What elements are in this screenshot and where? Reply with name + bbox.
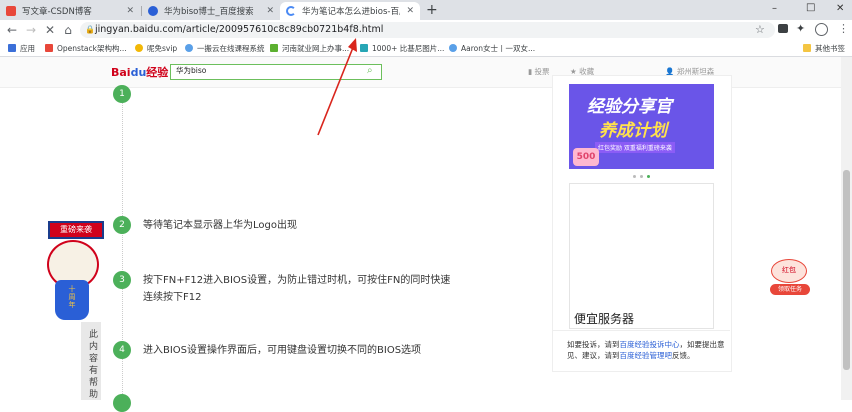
logo-suffix: 经验 <box>146 66 169 79</box>
step-text: 等待笔记本显示器上华为Logo出现 <box>143 220 297 231</box>
bookmark-label: 一搬云在线课程系统 <box>197 43 265 53</box>
folder-icon <box>803 44 811 52</box>
puzzle-icon[interactable]: ✦ <box>796 22 805 35</box>
profile-icon[interactable] <box>815 23 828 36</box>
menu-icon[interactable]: ⋮ <box>838 22 849 35</box>
tab-title: 华为biso博士_百度搜索 <box>164 7 254 17</box>
vote-link[interactable]: ▮ 投票 <box>528 66 550 77</box>
mascot-belly: 十周年 <box>68 285 76 309</box>
baidu-jingyan-logo[interactable]: Baidu经验 <box>111 64 168 80</box>
csdn-favicon-icon <box>6 6 16 16</box>
bookmark-aaron[interactable]: Aaron女士丨一双女... <box>449 41 535 55</box>
bookmark-label: 应用 <box>20 43 35 53</box>
close-tab-icon[interactable]: ✕ <box>126 6 134 16</box>
close-window-button[interactable]: ✕ <box>836 3 844 14</box>
bookmark-label: 1000+ 比基尼图片... <box>372 43 445 53</box>
bulb-icon <box>135 44 143 52</box>
loading-spinner-icon <box>286 6 296 16</box>
complaint-notice: 如要投诉，请到百度经验投诉中心，如要提出意见、建议，请到百度经验管理吧反馈。 <box>567 339 727 361</box>
csdn-icon <box>45 44 53 52</box>
apps-grid-icon <box>8 44 16 52</box>
ad-title[interactable]: 便宜服务器 <box>574 310 634 327</box>
step-number: 3 <box>113 271 131 289</box>
bookmark-other[interactable]: 其他书签 <box>803 41 845 55</box>
extension-icon[interactable] <box>778 24 788 33</box>
maximize-button[interactable]: □ <box>806 2 815 13</box>
bookmark-svip[interactable]: 呢免svip <box>135 41 177 55</box>
mascot-sign[interactable]: 重磅来袭 <box>48 221 104 239</box>
banner-title: 经验分享官 <box>587 97 672 117</box>
bookmark-label: 其他书签 <box>815 43 845 53</box>
bookmark-label: Aaron女士丨一双女... <box>461 43 536 53</box>
banner-tagline: 红包奖励 双重福利重磅来袭 <box>595 142 675 153</box>
management-bar-link[interactable]: 百度经验管理吧 <box>620 351 673 360</box>
forward-icon[interactable]: → <box>22 20 40 40</box>
bookmark-bikini[interactable]: 1000+ 比基尼图片... <box>360 41 444 55</box>
carousel-dot[interactable] <box>633 175 636 178</box>
baidu-favicon-icon <box>148 6 158 16</box>
home-icon[interactable]: ⌂ <box>59 20 77 40</box>
close-tab-icon[interactable]: ✕ <box>406 6 414 16</box>
stop-icon[interactable]: ✕ <box>41 20 59 40</box>
arrow-line <box>317 44 355 136</box>
side-char: 助 <box>89 390 99 400</box>
step-text: 进入BIOS设置操作界面后，可用键盘设置切换不同的BIOS选项 <box>143 345 422 356</box>
logo-brand: du <box>130 66 147 79</box>
bookmark-course[interactable]: 一搬云在线课程系统 <box>185 41 265 55</box>
step-number <box>113 394 131 412</box>
lock-icon: 🔒 <box>85 25 95 34</box>
c-icon <box>360 44 368 52</box>
tab-baidu-jingyan[interactable]: 华为笔记本怎么进bios-百度经验 ✕ <box>280 2 420 20</box>
bookmark-openstack[interactable]: Openstack架构构... <box>45 41 127 55</box>
scrollbar-thumb[interactable] <box>843 170 850 370</box>
back-icon[interactable]: ← <box>3 20 21 40</box>
new-tab-button[interactable]: + <box>426 2 438 18</box>
tab-title: 华为笔记本怎么进bios-百度经验 <box>302 7 400 17</box>
red-packet-widget[interactable]: 红包 <box>771 259 807 283</box>
step-text: 按下FN+F12进入BIOS设置，为防止错过时机，可按住FN的同时快速连续按下F… <box>143 275 451 303</box>
step-number: 1 <box>113 85 131 103</box>
complaint-text: 如要投诉，请到 <box>567 340 620 349</box>
coupon-badge: 500 <box>573 148 599 166</box>
step-number: 4 <box>113 341 131 359</box>
vote-label: 投票 <box>534 67 550 76</box>
tab-baidu-search[interactable]: 华为biso博士_百度搜索 ✕ <box>142 2 280 20</box>
leaf-icon <box>270 44 278 52</box>
bookmark-star-icon[interactable]: ☆ <box>755 23 765 36</box>
ad-box[interactable] <box>569 183 714 329</box>
carousel-dot-active[interactable] <box>647 175 650 178</box>
complaint-text: 反馈。 <box>672 351 695 360</box>
step-number: 2 <box>113 216 131 234</box>
minimize-button[interactable]: – <box>772 3 777 14</box>
promo-banner[interactable]: 经验分享官 养成计划 红包奖励 双重福利重磅来袭 500 <box>569 84 714 169</box>
claim-task-button[interactable]: 领取任务 <box>770 284 810 295</box>
bookmark-apps[interactable]: 应用 <box>8 41 35 55</box>
tab-title: 写文章-CSDN博客 <box>22 7 92 17</box>
search-icon[interactable]: ⌕ <box>367 65 373 76</box>
logo-text: Bai <box>111 66 131 79</box>
divider <box>552 330 730 331</box>
annotation-arrow <box>317 38 357 136</box>
search-value: 华为biso <box>176 66 207 75</box>
close-tab-icon[interactable]: ✕ <box>266 6 274 16</box>
tab-csdn[interactable]: 写文章-CSDN博客 ✕ <box>0 2 140 20</box>
bookmark-label: Openstack架构构... <box>57 43 127 53</box>
banner-subtitle: 养成计划 <box>599 121 667 141</box>
bookmark-label: 呢免svip <box>147 43 178 53</box>
carousel-dot[interactable] <box>640 175 643 178</box>
complaint-center-link[interactable]: 百度经验投诉中心 <box>620 340 680 349</box>
flower-icon <box>449 44 457 52</box>
globe-icon <box>185 44 193 52</box>
